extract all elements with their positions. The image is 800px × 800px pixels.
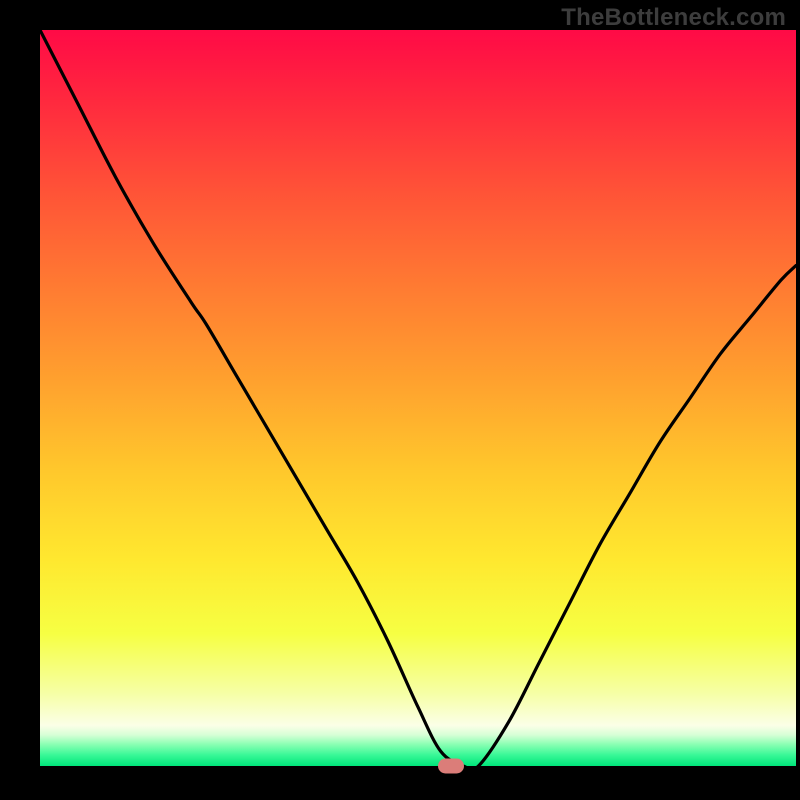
plot-background xyxy=(40,30,796,766)
bottleneck-plot xyxy=(0,0,800,800)
optimal-point-marker xyxy=(438,758,464,773)
chart-stage: { "watermark": "TheBottleneck.com", "plo… xyxy=(0,0,800,800)
watermark-text: TheBottleneck.com xyxy=(561,4,786,32)
